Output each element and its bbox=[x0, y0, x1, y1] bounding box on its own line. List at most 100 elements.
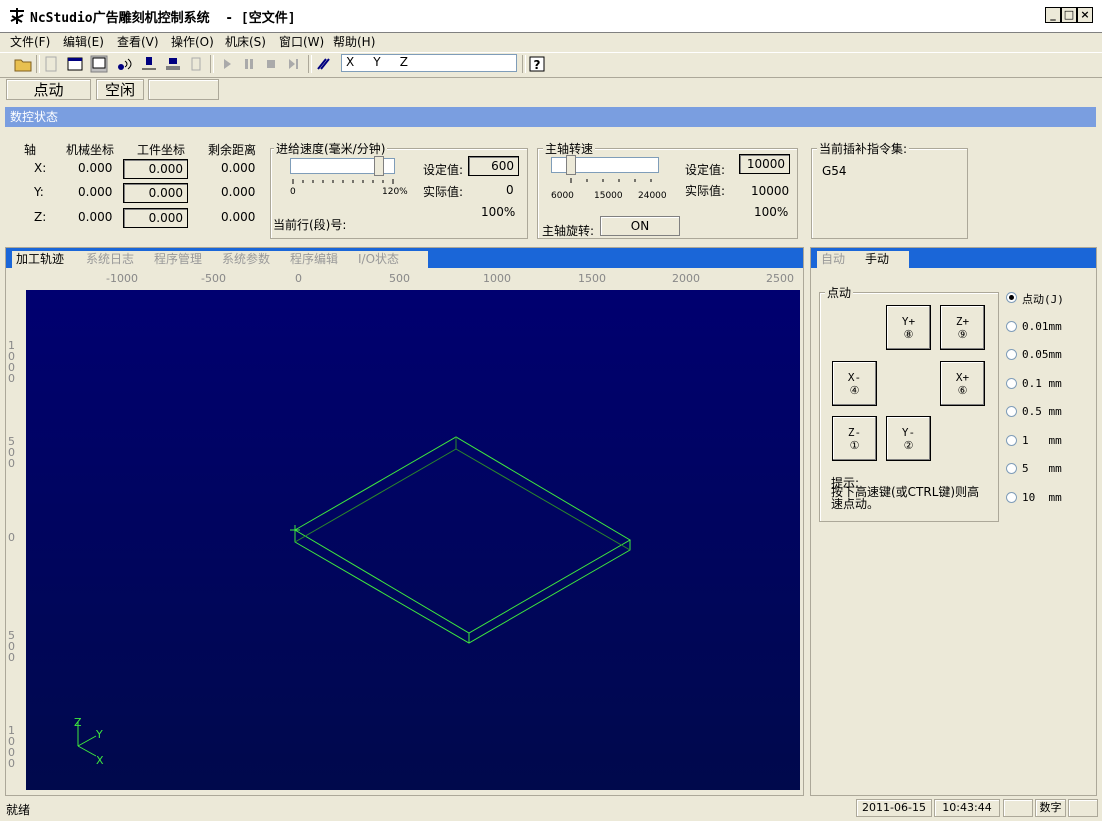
spindle-on-button[interactable]: ON bbox=[600, 216, 680, 236]
jog-x-minus-button[interactable]: X- ④ bbox=[832, 361, 877, 406]
open-folder-icon[interactable] bbox=[14, 55, 32, 73]
jog-y-minus-button[interactable]: Y- ② bbox=[886, 416, 931, 461]
ruler-y-label: 500 bbox=[8, 435, 16, 470]
feed-actual-value: 0 bbox=[506, 183, 514, 197]
jog-z-plus-label: Z+ bbox=[955, 315, 970, 328]
menu-window[interactable]: 窗口(W) bbox=[279, 33, 324, 50]
jog-z-minus-label: Z- bbox=[847, 426, 862, 439]
col-remain: 剩余距离 bbox=[208, 143, 257, 157]
jog-group-title: 点动 bbox=[825, 284, 854, 301]
jog-z-minus-button[interactable]: Z- ① bbox=[832, 416, 877, 461]
remain-x: 0.000 bbox=[221, 161, 256, 175]
work-z[interactable]: 0.000 bbox=[123, 208, 188, 228]
spindle-set-value[interactable]: 10000 bbox=[739, 154, 790, 174]
step-label-01: 0.1 mm bbox=[1022, 377, 1062, 390]
spindle-rotate-label: 主轴旋转: bbox=[542, 224, 595, 238]
home-machine-icon[interactable] bbox=[164, 55, 182, 73]
work-x[interactable]: 0.000 bbox=[123, 159, 188, 179]
menu-edit[interactable]: 编辑(E) bbox=[63, 33, 104, 50]
ruler-x-label: 2000 bbox=[672, 272, 700, 285]
status-ready: 就绪 bbox=[6, 803, 31, 817]
step-radio-05[interactable] bbox=[1006, 406, 1017, 417]
ruler-y-label: 1000 bbox=[8, 724, 16, 770]
menu-operate[interactable]: 操作(O) bbox=[171, 33, 214, 50]
feed-slider-min: 0 bbox=[290, 187, 296, 197]
jog-tip-text: 按下高速键(或CTRL键)则高速点动。 bbox=[831, 485, 980, 511]
tab-program-edit[interactable]: 程序编辑 bbox=[286, 251, 358, 268]
mode-state: 空闲 bbox=[96, 79, 144, 100]
signal-icon[interactable] bbox=[116, 55, 134, 73]
jog-z-plus-key: ⑨ bbox=[957, 328, 968, 341]
window-title: NcStudio广告雕刻机控制系统 - [空文件] bbox=[30, 11, 296, 26]
menu-view[interactable]: 查看(V) bbox=[117, 33, 159, 50]
tab-log[interactable]: 系统日志 bbox=[82, 251, 154, 268]
step-radio-10[interactable] bbox=[1006, 492, 1017, 503]
spindle-set-label: 设定值: bbox=[685, 163, 726, 177]
command-input[interactable]: X Y Z bbox=[341, 54, 517, 72]
ruler-x-label: 1500 bbox=[578, 272, 606, 285]
spindle-tick-24000: 24000 bbox=[638, 191, 667, 201]
menu-machine[interactable]: 机床(S) bbox=[225, 33, 266, 50]
jog-y-plus-button[interactable]: Y+ ⑧ bbox=[886, 305, 931, 350]
ruler-x-label: 500 bbox=[389, 272, 410, 285]
minimize-button[interactable]: _ bbox=[1045, 7, 1061, 23]
ruler-x-label: 2500 bbox=[766, 272, 794, 285]
interp-title: 当前插补指令集: bbox=[817, 140, 910, 157]
spindle-actual-label: 实际值: bbox=[685, 184, 726, 198]
track-viewport[interactable] bbox=[26, 290, 800, 790]
jog-z-plus-button[interactable]: Z+ ⑨ bbox=[940, 305, 985, 350]
step-icon bbox=[289, 59, 298, 69]
menu-file[interactable]: 文件(F) bbox=[10, 33, 50, 50]
disabled-doc-icon bbox=[45, 56, 57, 72]
jog-y-plus-label: Y+ bbox=[901, 315, 916, 328]
spindle-slider-thumb[interactable] bbox=[566, 155, 576, 175]
command-input-text: X Y Z bbox=[346, 55, 408, 69]
feed-slider-thumb[interactable] bbox=[374, 156, 384, 176]
close-button[interactable]: × bbox=[1077, 7, 1093, 23]
tab-system-params[interactable]: 系统参数 bbox=[218, 251, 290, 268]
menu-bar bbox=[0, 32, 1102, 52]
svg-text:?: ? bbox=[534, 58, 541, 72]
ruler-x-label: 0 bbox=[295, 272, 302, 285]
feed-title: 进给速度(毫米/分钟) bbox=[274, 140, 388, 157]
remain-z: 0.000 bbox=[221, 210, 256, 224]
jog-x-plus-button[interactable]: X+ ⑥ bbox=[940, 361, 985, 406]
jog-y-minus-label: Y- bbox=[901, 426, 916, 439]
ruler-x-label: -500 bbox=[201, 272, 226, 285]
tab-program-manage[interactable]: 程序管理 bbox=[150, 251, 222, 268]
maximize-button[interactable]: □ bbox=[1061, 7, 1077, 23]
line-number-label: 当前行(段)号: bbox=[273, 218, 347, 232]
mode-jog: 点动 bbox=[6, 79, 91, 100]
step-radio-jog[interactable] bbox=[1006, 292, 1017, 303]
tab-track[interactable]: 加工轨迹 bbox=[12, 251, 86, 268]
machine-z: 0.000 bbox=[78, 210, 113, 224]
feed-set-value[interactable]: 600 bbox=[468, 156, 519, 176]
command-line-icon[interactable] bbox=[314, 55, 332, 73]
step-radio-1[interactable] bbox=[1006, 435, 1017, 446]
feed-slider-ticks bbox=[292, 179, 394, 184]
tab-manual[interactable]: 手动 bbox=[861, 251, 909, 268]
step-radio-5[interactable] bbox=[1006, 463, 1017, 474]
jog-x-minus-key: ④ bbox=[849, 384, 860, 397]
nc-status-header: 数控状态 bbox=[5, 107, 1096, 127]
window-icon[interactable] bbox=[66, 55, 84, 73]
help-icon[interactable]: ? bbox=[528, 55, 546, 73]
spindle-tick-6000: 6000 bbox=[551, 191, 574, 201]
step-radio-005[interactable] bbox=[1006, 349, 1017, 360]
title-bar: NcStudio广告雕刻机控制系统 - [空文件] _ □ × bbox=[0, 0, 1102, 33]
col-machine: 机械坐标 bbox=[66, 143, 115, 157]
ruler-x-label: 1000 bbox=[483, 272, 511, 285]
track-view-icon[interactable] bbox=[90, 55, 108, 73]
step-radio-01[interactable] bbox=[1006, 378, 1017, 389]
step-label-1: 1 mm bbox=[1022, 434, 1062, 447]
axis-x-label: X: bbox=[34, 161, 47, 175]
jog-y-minus-key: ② bbox=[903, 439, 914, 452]
menu-help[interactable]: 帮助(H) bbox=[333, 33, 375, 50]
tab-io-status[interactable]: I/O状态 bbox=[354, 251, 428, 268]
work-y[interactable]: 0.000 bbox=[123, 183, 188, 203]
tab-auto[interactable]: 自动 bbox=[817, 251, 865, 268]
jog-z-minus-key: ① bbox=[849, 439, 860, 452]
step-label-005: 0.05mm bbox=[1022, 348, 1062, 361]
step-radio-001[interactable] bbox=[1006, 321, 1017, 332]
spindle-icon[interactable] bbox=[140, 55, 158, 73]
